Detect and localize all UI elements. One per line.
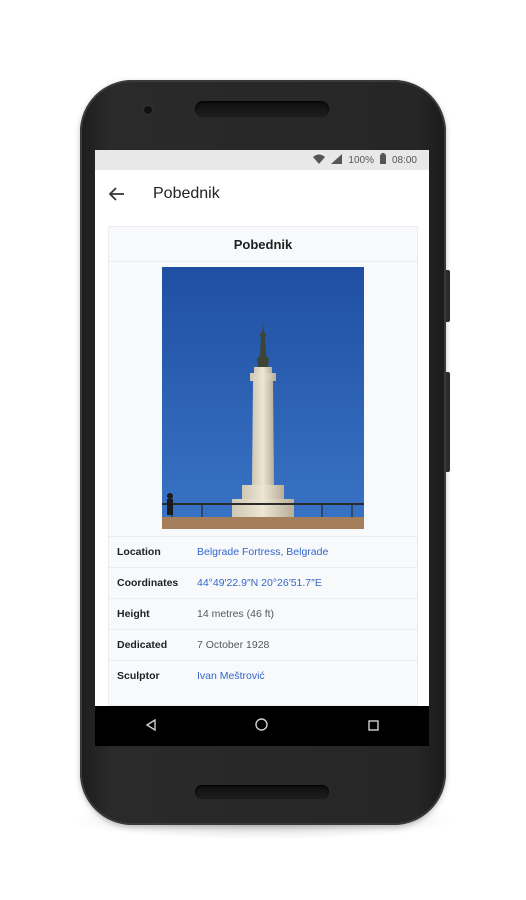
arrow-back-icon[interactable] <box>95 170 139 218</box>
bottom-speaker <box>195 785 329 799</box>
infobox-row-location: Location Belgrade Fortress, Belgrade <box>109 536 417 567</box>
sculptor-link[interactable]: Ivan Meštrović <box>197 670 265 682</box>
volume-button <box>446 372 450 472</box>
monument-photo[interactable] <box>162 267 364 529</box>
nav-recents-icon[interactable] <box>353 718 393 734</box>
page-title: Pobednik <box>153 185 220 202</box>
infobox: Pobednik Location Belgrade Fortress, Bel… <box>108 226 418 706</box>
infobox-row-sculptor: Sculptor Ivan Meštrović <box>109 660 417 691</box>
coordinates-link[interactable]: 44°49′22.9″N 20°26′51.7″E <box>197 577 322 589</box>
infobox-row-coordinates: Coordinates 44°49′22.9″N 20°26′51.7″E <box>109 567 417 598</box>
battery-icon <box>379 153 386 167</box>
nav-back-icon[interactable] <box>131 718 171 734</box>
article-content: Pobednik Location Belgrade Fortress, Bel… <box>95 218 429 706</box>
navigation-bar <box>95 706 429 746</box>
cell-signal-icon <box>331 153 343 167</box>
row-label: Dedicated <box>117 639 168 651</box>
row-label: Sculptor <box>117 670 160 682</box>
earpiece-speaker <box>195 101 329 117</box>
status-bar: 100% 08:00 <box>95 150 429 170</box>
phone-screen: 100% 08:00 Pobednik Pobednik Location Be… <box>95 150 429 746</box>
infobox-title: Pobednik <box>109 227 417 262</box>
app-bar: Pobednik <box>95 170 429 218</box>
infobox-rows: Location Belgrade Fortress, Belgrade Coo… <box>109 536 417 691</box>
row-value: 14 metres (46 ft) <box>197 608 275 620</box>
row-label: Coordinates <box>117 577 179 589</box>
infobox-row-height: Height 14 metres (46 ft) <box>109 598 417 629</box>
battery-percent: 100% <box>348 154 374 166</box>
row-label: Location <box>117 546 161 558</box>
front-camera <box>144 106 152 114</box>
wifi-icon <box>313 154 326 167</box>
nav-home-icon[interactable] <box>242 718 282 734</box>
clock: 08:00 <box>391 154 417 166</box>
row-value: 7 October 1928 <box>197 639 270 651</box>
power-button <box>446 270 450 322</box>
location-link[interactable]: Belgrade Fortress, Belgrade <box>197 546 328 558</box>
infobox-row-dedicated: Dedicated 7 October 1928 <box>109 629 417 660</box>
row-label: Height <box>117 608 150 620</box>
